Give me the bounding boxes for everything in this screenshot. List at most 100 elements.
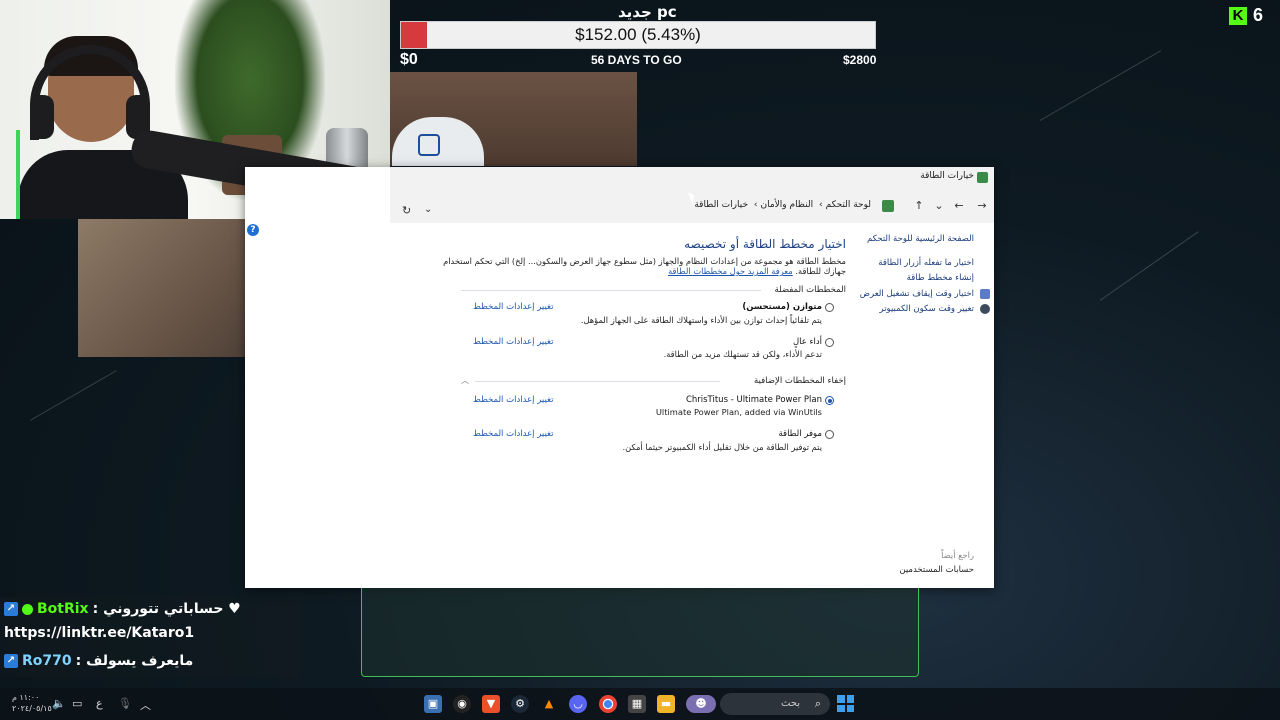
learn-more-link[interactable]: معرفة المزيد حول مخططات الطاقة — [668, 266, 793, 276]
vlc-icon[interactable]: ▲ — [540, 695, 558, 713]
sidebar-item-display-off[interactable]: اختيار وقت إيقاف تشغيل العرض — [860, 289, 974, 299]
brave-icon[interactable]: ▼ — [482, 695, 500, 713]
file-explorer-icon[interactable]: ▬ — [657, 695, 675, 713]
page-description-line-2: جهازك للطاقة. معرفة المزيد حول مخططات ال… — [668, 266, 846, 276]
background-streak — [1099, 231, 1199, 301]
plan-name-ultimate: ChrisTitus - Ultimate Power Plan — [685, 395, 822, 405]
plan-desc-power-saver: يتم توفير الطاقة من خلال تقليل أداء الكم… — [622, 442, 822, 452]
chat-username: Ro770 — [22, 653, 72, 669]
chat-overlay: ↗ BotRix : حساباتي تتوروني ♥ https://lin… — [0, 597, 300, 677]
address-field[interactable]: ↻ ⌄ لوحة التحكم› النظام والأمان› خيارات … — [390, 194, 900, 218]
page-description: مخطط الطاقة هو مجموعة من إعدادات النظام … — [443, 256, 846, 266]
back-arrow-icon[interactable]: ← — [952, 199, 966, 213]
obs-icon[interactable]: ◉ — [453, 695, 471, 713]
chat-text: : مايعرف يسولف — [75, 653, 194, 669]
tray-expand-icon[interactable]: ︿ — [140, 697, 151, 713]
green-cable — [16, 130, 20, 219]
discord-icon[interactable]: ◡ — [569, 695, 587, 713]
plan-name-high-performance: أداء عالٍ — [792, 337, 822, 347]
refresh-icon[interactable]: ↻ — [402, 204, 411, 217]
up-arrow-icon[interactable]: ↑ — [912, 199, 926, 213]
change-plan-settings-ultimate[interactable]: تغيير إعدادات المخطط — [473, 395, 554, 405]
plan-radio-high-performance[interactable] — [825, 338, 834, 347]
hat-logo — [418, 134, 440, 156]
address-dropdown-icon[interactable]: ⌄ — [424, 204, 432, 215]
change-plan-settings-power-saver[interactable]: تغيير إعدادات المخطط — [473, 429, 554, 439]
section-divider — [475, 381, 720, 382]
volume-icon[interactable]: 🔈 — [52, 697, 66, 710]
photos-icon[interactable]: ▣ — [424, 695, 442, 713]
sidebar-item-power-buttons[interactable]: اختيار ما تفعله أزرار الطاقة — [878, 258, 974, 268]
plan-radio-ultimate[interactable] — [825, 396, 834, 405]
plan-name-balanced: متوازن (مستحسن) — [742, 302, 822, 312]
hide-additional-plans-header[interactable]: إخفاء المخططات الإضافية — [754, 376, 846, 386]
page-description-end: جهازك للطاقة. — [795, 266, 846, 276]
power-options-icon — [977, 172, 988, 183]
display-icon — [980, 289, 990, 299]
goal-amount: $152.00 (5.43%) — [575, 25, 701, 44]
change-plan-settings-high-performance[interactable]: تغيير إعدادات المخطط — [473, 337, 554, 347]
window-titlebar[interactable]: خيارات الطاقة — [390, 167, 994, 189]
plan-desc-ultimate: Ultimate Power Plan, added via WinUtils — [655, 407, 822, 417]
bot-badge-icon: ↗ — [4, 602, 18, 616]
goal-days-left: 56 DAYS TO GO — [591, 53, 682, 67]
breadcrumb-system-security[interactable]: النظام والأمان — [760, 200, 813, 210]
user-badge-icon: ↗ — [4, 654, 18, 668]
store-icon[interactable]: ▦ — [628, 695, 646, 713]
overlay-frame — [361, 588, 919, 677]
plan-radio-power-saver[interactable] — [825, 430, 834, 439]
network-icon[interactable]: ▭ — [72, 697, 82, 710]
plan-desc-balanced: يتم تلقائياً إحداث توازن بين الأداء واست… — [580, 315, 822, 325]
clock-date[interactable]: ٢٠٢٤/٠٥/١٥ — [12, 704, 52, 713]
chat-message: ↗ BotRix : حساباتي تتوروني ♥ — [4, 601, 241, 617]
kick-viewer-widget: K 6 — [1229, 5, 1263, 26]
steam-icon[interactable]: ⚙ — [511, 695, 529, 713]
plan-desc-high-performance: تدعم الأداء، ولكن قد تستهلك مزيد من الطا… — [663, 349, 822, 359]
kick-logo-icon: K — [1229, 6, 1247, 25]
breadcrumb-power-options[interactable]: خيارات الطاقة — [694, 200, 748, 210]
see-also-label: راجع أيضاً — [941, 550, 974, 560]
plan-name-power-saver: موفر الطاقة — [778, 429, 822, 439]
microphone-icon[interactable]: 🎙 — [118, 697, 132, 710]
secondary-camera — [390, 72, 637, 166]
sidebar-control-panel-home[interactable]: الصفحة الرئيسية للوحة التحكم — [867, 234, 974, 244]
change-plan-settings-balanced[interactable]: تغيير إعدادات المخطط — [473, 302, 554, 312]
breadcrumb: لوحة التحكم› النظام والأمان› خيارات الطا… — [694, 200, 871, 210]
plan-radio-balanced[interactable] — [825, 303, 834, 312]
window-title: خيارات الطاقة — [920, 171, 974, 181]
chat-username: BotRix — [37, 601, 89, 617]
viewer-count: 6 — [1253, 5, 1264, 25]
clock-time[interactable]: ١١:٠٠ م — [12, 693, 39, 702]
language-indicator[interactable]: ع — [96, 697, 103, 710]
search-icon: ⌕ — [814, 697, 821, 710]
user-accounts-link[interactable]: حسابات المستخدمين — [899, 565, 974, 575]
search-placeholder: بحث — [780, 698, 800, 709]
sidebar-item-sleep[interactable]: تغيير وقت سكون الكمبيوتر — [880, 304, 975, 314]
page-title: اختيار مخطط الطاقة أو تخصيصه — [684, 237, 846, 251]
forward-arrow-icon[interactable]: → — [975, 199, 989, 213]
start-icon[interactable] — [837, 695, 854, 712]
section-divider — [461, 290, 761, 291]
goal-progress-bar: $152.00 (5.43%) — [400, 21, 876, 49]
preferred-plans-header: المخططات المفضلة — [774, 285, 847, 295]
people-app-icon[interactable]: ☻ — [686, 695, 716, 713]
recent-dropdown-icon[interactable]: ⌄ — [932, 199, 946, 213]
breadcrumb-control-panel[interactable]: لوحة التحكم — [826, 200, 871, 210]
moon-icon — [980, 304, 990, 314]
sidebar-item-create-plan[interactable]: إنشاء مخطط طاقة — [907, 273, 974, 283]
taskbar: ١١:٠٠ م ٢٠٢٤/٠٥/١٥ 🔈 ▭ ع 🎙 ︿ ▣ ◉ ▼ ⚙ ▲ ◡… — [0, 688, 1280, 720]
chat-message: ↗ Ro770 : مايعرف يسولف — [4, 653, 193, 669]
verified-badge-icon — [22, 603, 33, 615]
chrome-icon[interactable] — [599, 695, 617, 713]
collapse-chevron-icon[interactable]: ︿ — [461, 375, 469, 386]
headset-ear-left — [30, 95, 54, 139]
background-streak — [1039, 50, 1162, 121]
chat-text: https://linktr.ee/Kataro1 — [4, 625, 195, 641]
search-box[interactable]: بحث ⌕ — [720, 693, 830, 715]
donation-goal-widget: جديد pc $152.00 (5.43%) $0 56 DAYS TO GO… — [390, 0, 890, 72]
help-icon[interactable]: ? — [247, 224, 259, 236]
background-streak — [29, 370, 117, 421]
chat-text: : حساباتي تتوروني ♥ — [92, 601, 241, 617]
side-camera-image — [78, 219, 245, 357]
power-options-window: خيارات الطاقة ↻ ⌄ لوحة التحكم› النظام وا… — [245, 167, 994, 588]
